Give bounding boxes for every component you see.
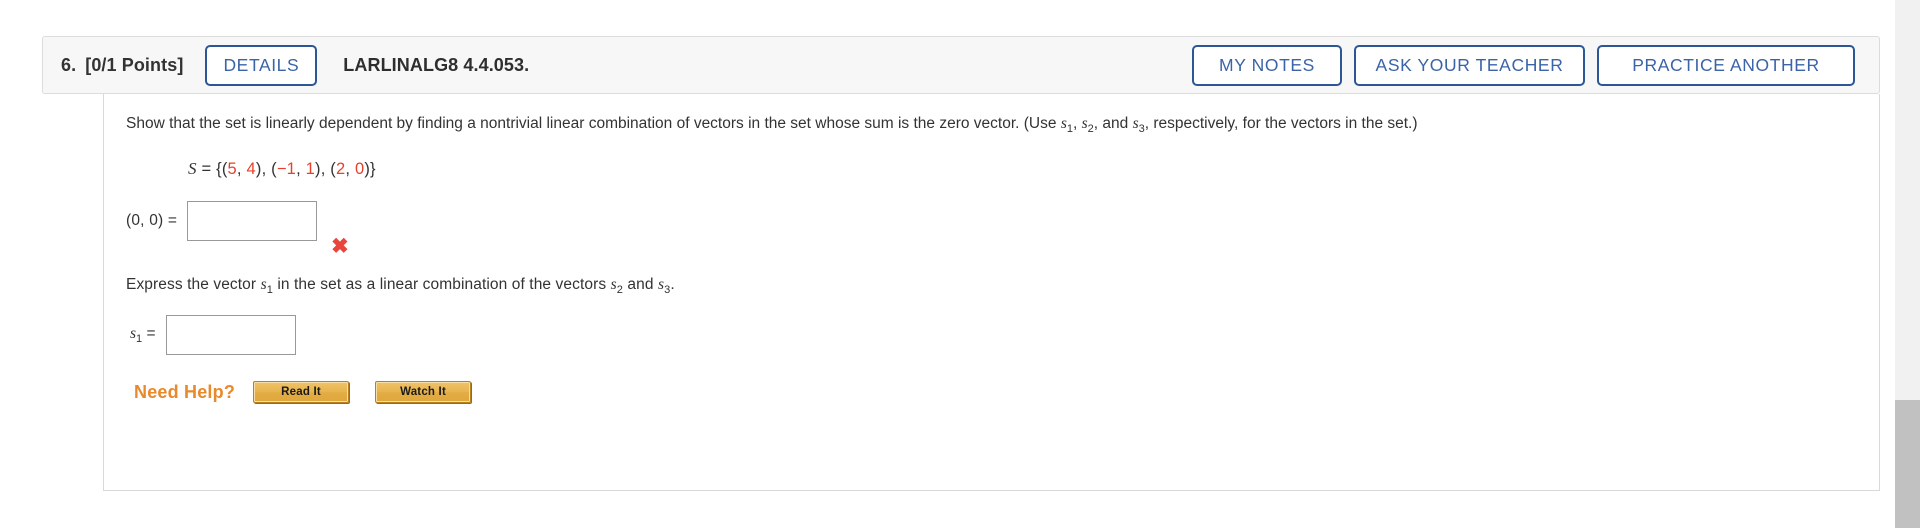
set-separator-2: ), ( [315,160,336,179]
set-separator-1: ), ( [255,160,277,179]
question-body: Show that the set is linearly dependent … [103,94,1880,491]
vector1-y: 4 [246,160,256,179]
problem-statement-part2: , respectively, for the vectors in the s… [1144,115,1418,132]
answer-2-label-eq: = [142,325,156,343]
set-definition: S = {(5, 4), (−1, 1), (2, 0)} [188,159,1859,179]
ask-your-teacher-button[interactable]: ASK YOUR TEACHER [1354,44,1585,86]
need-help-label: Need Help? [134,381,236,402]
answer-2-label-var: s1 [130,325,143,346]
set-symbol: S [188,159,197,179]
set-open-brace: {( [216,160,228,179]
page-scrollbar-thumb[interactable] [1895,400,1920,528]
answer-2-label: s1 = [130,325,156,345]
variable-2-s2: s2 [610,276,623,297]
vector3-x: 2 [336,160,346,179]
problem-statement: Show that the set is linearly dependent … [126,112,1826,138]
variable-2-s3: s3 [657,276,671,297]
problem-statement-2-part1: Express the vector [126,276,261,294]
problem-statement-2-part3: and [622,276,658,294]
answer-1-label: (0, 0) = [126,212,178,230]
question-header: 6. [0/1 Points] DETAILS LARLINALG8 4.4.0… [42,36,1880,94]
problem-statement-2-part2: in the set as a linear combination of th… [272,276,611,294]
answer-row-1: (0, 0) = ✖ [126,201,1859,257]
answer-1-input[interactable] [187,201,318,242]
vector3-y: 0 [354,160,365,179]
vector3-comma: , [345,160,355,179]
variable-2-s1: s1 [260,276,273,297]
read-it-button[interactable]: Read It [253,381,350,404]
problem-statement-2: Express the vector s1 in the set as a li… [126,276,1859,296]
answer-2-input[interactable] [165,315,296,356]
question-number: 6. [61,54,77,75]
page-root: 6. [0/1 Points] DETAILS LARLINALG8 4.4.0… [0,0,1920,528]
question-block: 6. [0/1 Points] DETAILS LARLINALG8 4.4.0… [42,36,1880,491]
variable-s2: s2 [1081,115,1094,136]
page-scrollbar-track[interactable] [1895,0,1920,528]
textbook-code: LARLINALG8 4.4.053. [343,54,530,75]
vector2-y: 1 [305,160,316,179]
problem-statement-2-part4: . [670,276,675,294]
set-equals: = [196,160,217,179]
variable-s3: s3 [1132,115,1145,136]
question-points: [0/1 Points] [85,54,184,75]
incorrect-x-icon: ✖ [331,235,349,259]
vector2-comma: , [296,160,306,179]
answer-row-2: s1 = [130,315,1859,356]
set-close-brace: )} [364,160,376,179]
vector2-x: −1 [276,160,297,179]
separator-1: , [1072,115,1082,132]
vector1-x: 5 [227,160,237,179]
details-button[interactable]: DETAILS [205,44,318,86]
separator-2: , and [1093,115,1133,132]
my-notes-button[interactable]: MY NOTES [1192,44,1342,86]
header-actions: MY NOTES ASK YOUR TEACHER PRACTICE ANOTH… [1192,44,1855,86]
watch-it-button[interactable]: Watch It [375,381,472,404]
variable-s1: s1 [1060,115,1073,136]
problem-statement-part1: Show that the set is linearly dependent … [126,115,1061,132]
practice-another-button[interactable]: PRACTICE ANOTHER [1597,44,1855,86]
need-help-row: Need Help? Read It Watch It [134,381,1859,404]
